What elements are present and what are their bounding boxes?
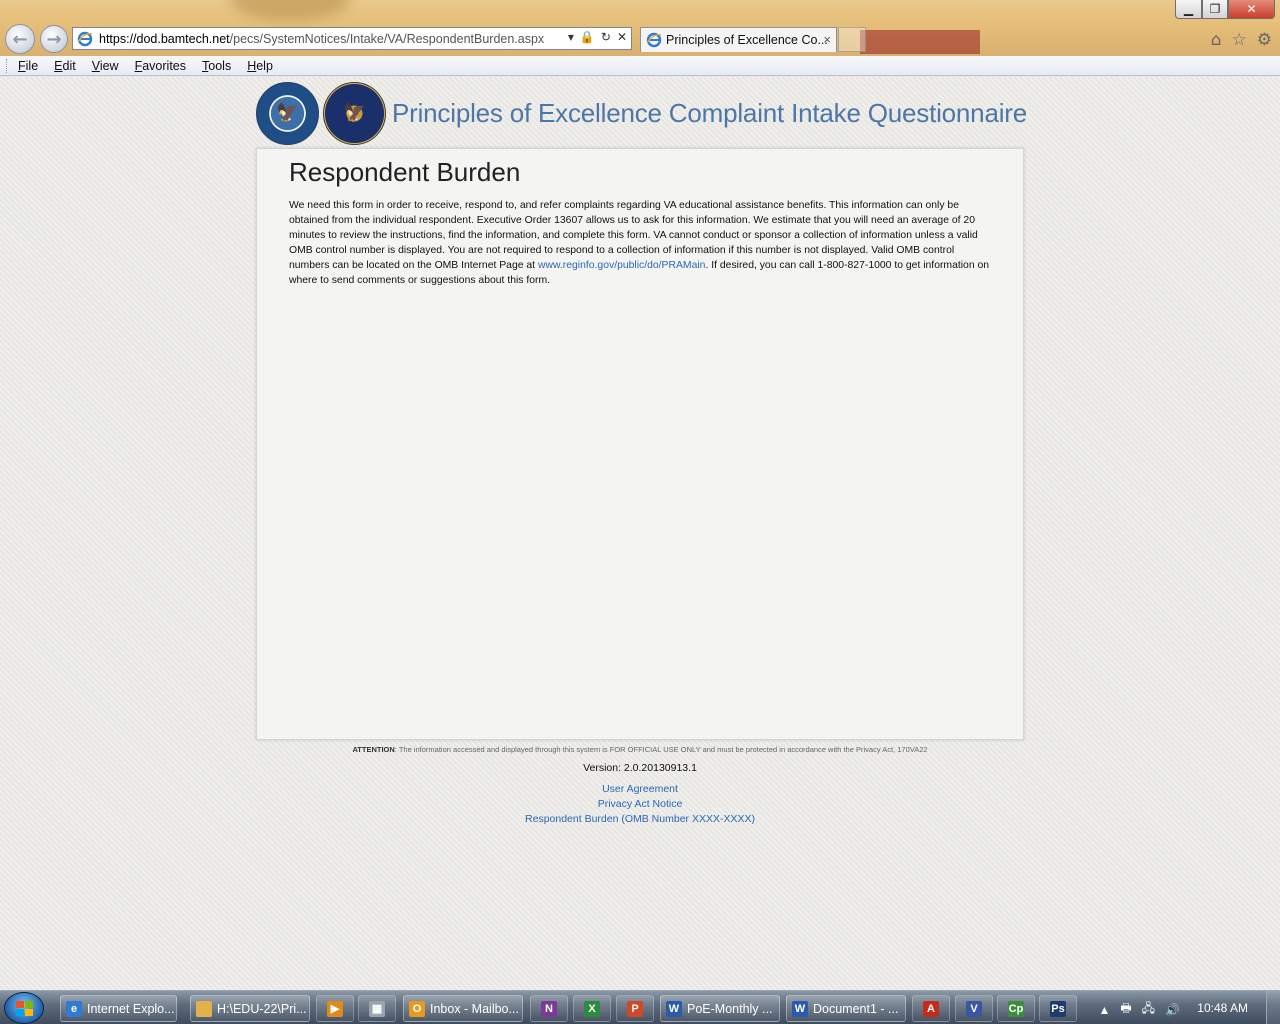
taskbar-media-player[interactable]: ▶ <box>316 995 354 1022</box>
gear-icon[interactable]: ⚙ <box>1257 30 1272 50</box>
powerpoint-icon: P <box>627 1000 643 1017</box>
taskbar-calculator[interactable]: ▦ <box>358 995 396 1022</box>
taskbar-visio[interactable]: V <box>955 995 993 1022</box>
favorites-star-icon[interactable]: ☆ <box>1232 30 1247 50</box>
taskbar-explorer[interactable]: H:\EDU-22\Pri... <box>190 995 310 1022</box>
taskbar-photoshop[interactable]: Ps <box>1039 995 1077 1022</box>
system-tray: ▲ 🖶 🖧 🔊 <box>1098 999 1180 1020</box>
address-bar[interactable]: https://dod.bamtech.net/pecs/SystemNotic… <box>72 27 632 50</box>
minimize-button[interactable]: ▁ <box>1175 0 1202 19</box>
folder-icon <box>196 1000 212 1017</box>
page-title: Respondent Burden <box>289 157 521 187</box>
home-icon[interactable]: ⌂ <box>1211 30 1222 50</box>
calculator-icon: ▦ <box>369 1000 385 1017</box>
taskbar-acrobat[interactable]: A <box>912 995 950 1022</box>
dropdown-icon[interactable]: ▾ <box>568 30 574 44</box>
arrow-right-icon: → <box>46 28 62 50</box>
refresh-icon[interactable]: ↻ <box>601 30 611 44</box>
url-text: https://dod.bamtech.net/pecs/SystemNotic… <box>99 31 545 46</box>
tray-expand-icon[interactable]: ▲ <box>1098 1003 1110 1017</box>
menu-file[interactable]: File <box>18 59 38 73</box>
taskbar-onenote[interactable]: N <box>530 995 568 1022</box>
window-controls: ▁ ❐ ✕ <box>1175 0 1275 20</box>
start-button[interactable] <box>4 992 44 1024</box>
menu-bar: File Edit View Favorites Tools Help <box>0 56 1280 76</box>
printer-icon[interactable]: 🖶 <box>1120 999 1131 1020</box>
word-icon: W <box>792 1000 808 1017</box>
taskbar-word-doc1[interactable]: W Document1 - ... <box>786 995 906 1022</box>
va-seal-icon: 🦅 <box>323 81 386 145</box>
menu-edit[interactable]: Edit <box>54 59 76 73</box>
maximize-button[interactable]: ❐ <box>1202 0 1228 19</box>
taskbar-ie[interactable]: e Internet Explo... <box>60 995 177 1022</box>
network-icon[interactable]: 🖧 <box>1142 999 1155 1020</box>
tab-close-icon[interactable]: × <box>823 32 831 47</box>
show-desktop-button[interactable] <box>1266 991 1280 1024</box>
ie-icon: e <box>66 1000 82 1017</box>
attention-notice: ATTENTION: The information accessed and … <box>352 745 928 754</box>
menu-help[interactable]: Help <box>247 59 273 73</box>
volume-icon[interactable]: 🔊 <box>1165 1003 1180 1017</box>
new-tab-button[interactable] <box>838 27 866 52</box>
site-header: 🦅 🦅 Principles of Excellence Complaint I… <box>256 81 1027 145</box>
arrow-left-icon: ← <box>12 28 28 50</box>
user-agreement-link[interactable]: User Agreement <box>0 782 1280 797</box>
taskbar: e Internet Explo... H:\EDU-22\Pri... ▶ ▦… <box>0 990 1280 1024</box>
tab-title: Principles of Excellence Co... <box>666 33 828 47</box>
photoshop-icon: Ps <box>1050 1000 1066 1017</box>
menu-tools[interactable]: Tools <box>202 59 231 73</box>
forward-button[interactable]: → <box>40 25 68 53</box>
content-panel: Respondent Burden We need this form in o… <box>256 148 1024 740</box>
outlook-icon: O <box>409 1000 425 1017</box>
close-button[interactable]: ✕ <box>1228 0 1275 19</box>
tab-active[interactable]: Principles of Excellence Co... × <box>640 27 837 52</box>
ie-icon <box>77 31 93 46</box>
menu-view[interactable]: View <box>92 59 119 73</box>
back-button[interactable]: ← <box>5 24 35 54</box>
respondent-burden-text: We need this form in order to receive, r… <box>289 200 990 286</box>
taskbar-word-poe[interactable]: W PoE-Monthly ... <box>660 995 780 1022</box>
ie-icon <box>646 32 662 48</box>
footer: ATTENTION: The information accessed and … <box>0 745 1280 827</box>
toolbar-grip <box>6 58 9 73</box>
page-body: 🦅 🦅 Principles of Excellence Complaint I… <box>0 77 1280 990</box>
lock-icon[interactable]: 🔒 <box>580 30 595 44</box>
visio-icon: V <box>966 1000 982 1017</box>
excel-icon: X <box>584 1000 600 1017</box>
media-player-icon: ▶ <box>327 1000 343 1017</box>
taskbar-excel[interactable]: X <box>573 995 611 1022</box>
site-title: Principles of Excellence Complaint Intak… <box>392 97 1028 128</box>
privacy-act-link[interactable]: Privacy Act Notice <box>0 797 1280 812</box>
browser-titlebar: ← → https://dod.bamtech.net/pecs/SystemN… <box>0 0 1280 56</box>
reginfo-link[interactable]: www.reginfo.gov/public/do/PRAMain <box>538 260 706 271</box>
taskbar-powerpoint[interactable]: P <box>616 995 654 1022</box>
clock[interactable]: 10:48 AM <box>1197 1001 1248 1015</box>
captivate-icon: Cp <box>1008 1000 1024 1017</box>
taskbar-captivate[interactable]: Cp <box>997 995 1035 1022</box>
dod-seal-icon: 🦅 <box>256 81 319 145</box>
acrobat-icon: A <box>923 1000 939 1017</box>
word-icon: W <box>666 1000 682 1017</box>
taskbar-outlook[interactable]: O Inbox - Mailbo... <box>403 995 523 1022</box>
onenote-icon: N <box>541 1000 557 1017</box>
stop-icon[interactable]: ✕ <box>617 30 627 44</box>
version-label: Version: 2.0.20130913.1 <box>583 762 697 774</box>
windows-logo-icon <box>16 1001 33 1016</box>
respondent-burden-link[interactable]: Respondent Burden (OMB Number XXXX-XXXX) <box>0 812 1280 827</box>
menu-favorites[interactable]: Favorites <box>135 59 186 73</box>
